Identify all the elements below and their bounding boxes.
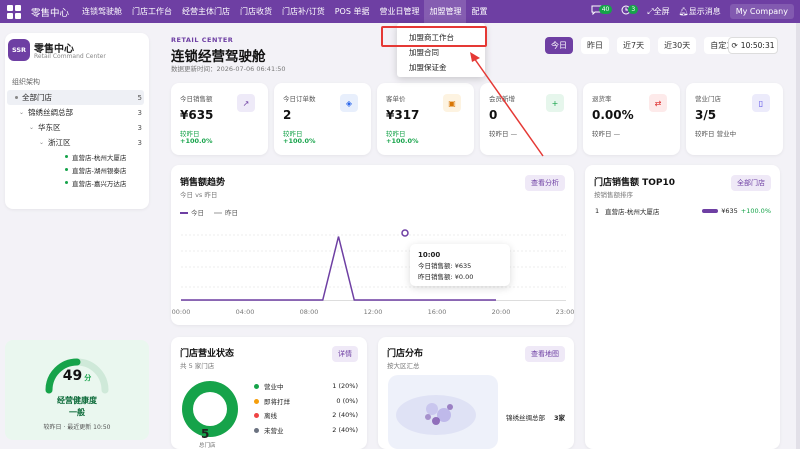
annotation-arrow — [470, 52, 544, 157]
